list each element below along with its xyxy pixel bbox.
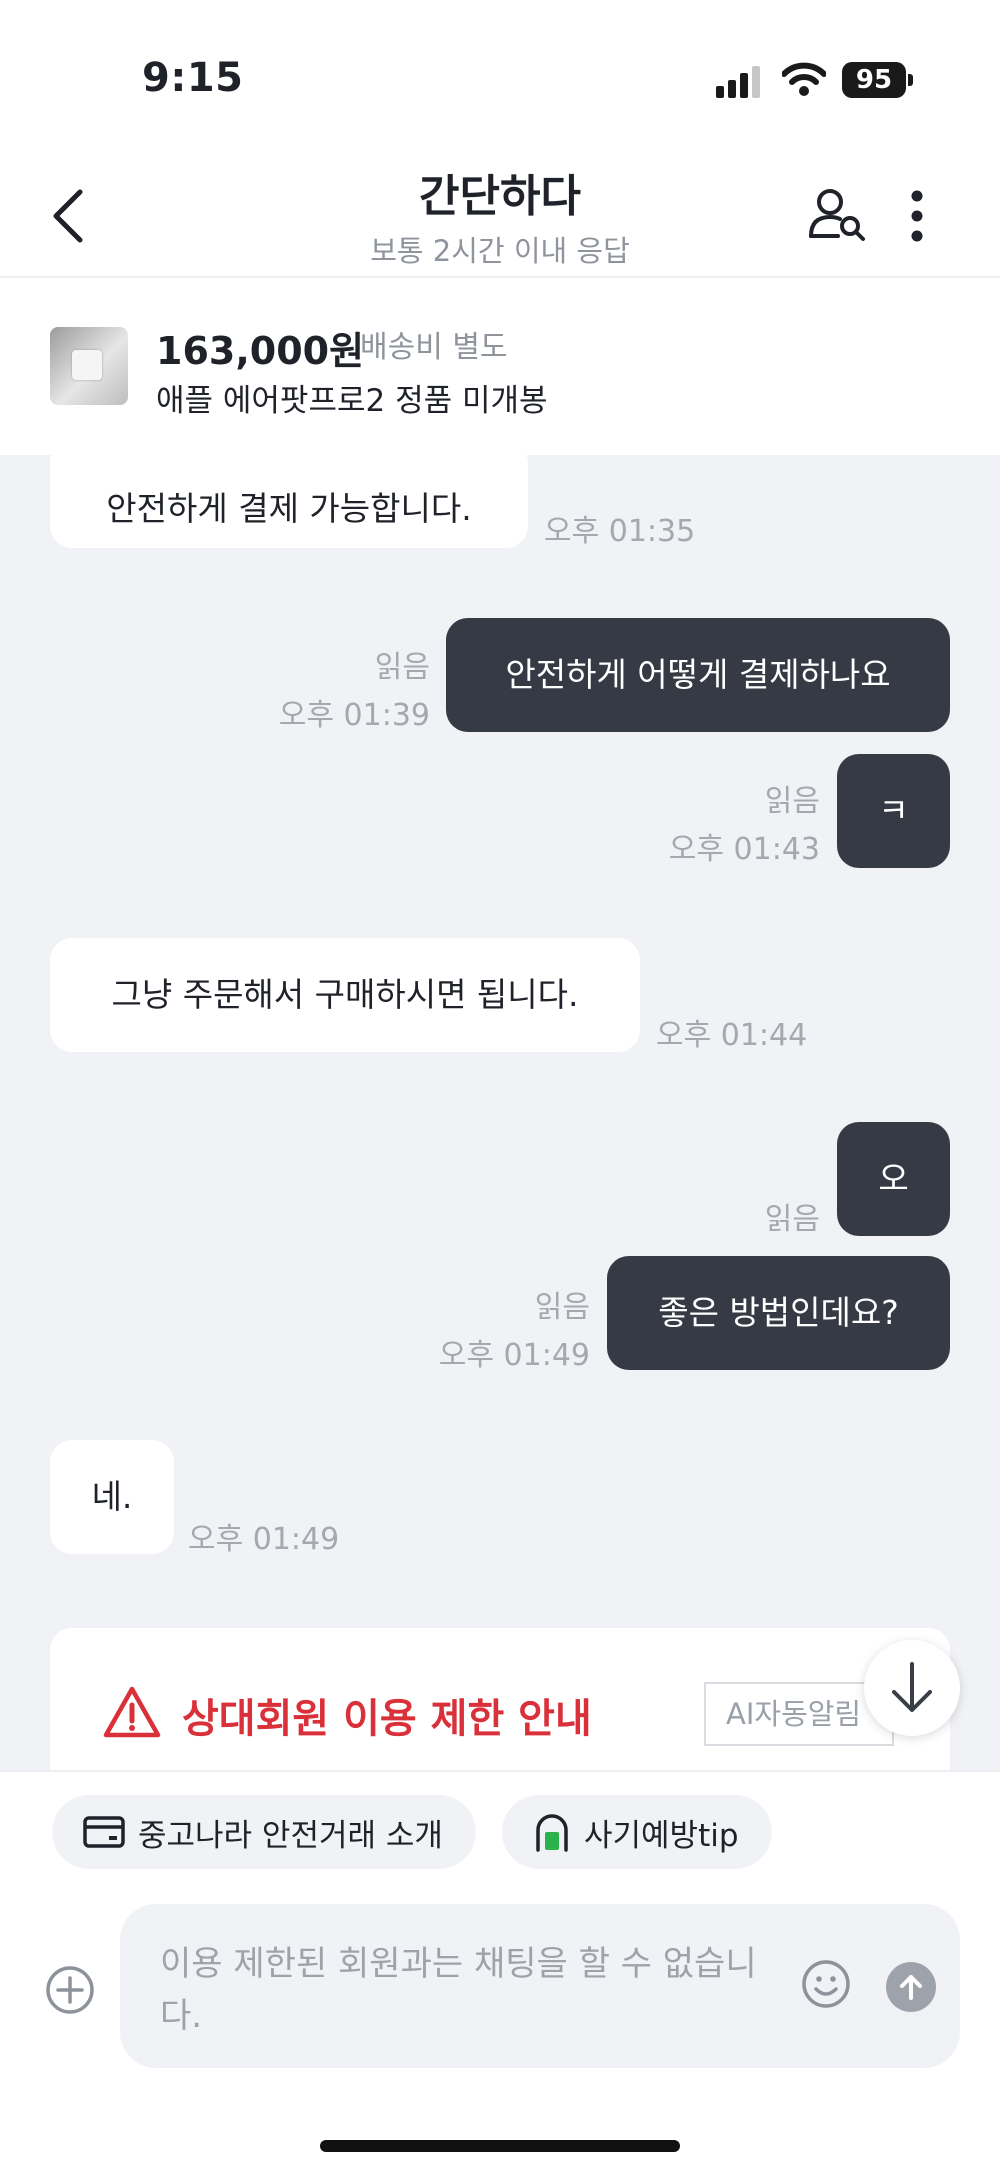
lock-door-icon: [536, 1814, 568, 1852]
outgoing-message-bubble: ㅋ: [837, 754, 950, 868]
chip-label: 사기예방tip: [584, 1817, 739, 1854]
scroll-to-bottom-button[interactable]: [864, 1640, 960, 1736]
outgoing-message-bubble: 안전하게 어떻게 결제하나요: [446, 618, 950, 732]
fraud-prevention-tip-chip[interactable]: 사기예방tip: [502, 1795, 772, 1869]
product-name: 애플 에어팟프로2 정품 미개봉: [156, 383, 548, 419]
incoming-message-bubble: 안전하게 결제 가능합니다.: [50, 440, 528, 548]
read-receipt: 읽음: [534, 1290, 590, 1325]
message-time: 오후 01:49: [438, 1338, 590, 1373]
shipping-note: 배송비 별도: [360, 330, 508, 365]
notice-title: 상대회원 이용 제한 안내: [182, 1696, 592, 1742]
outgoing-message-bubble: 오: [837, 1122, 950, 1236]
chip-label: 중고나라 안전거래 소개: [138, 1817, 443, 1854]
outgoing-message-bubble: 좋은 방법인데요?: [607, 1256, 950, 1370]
product-price: 163,000원: [156, 329, 365, 373]
cellular-signal-icon: [716, 66, 760, 98]
product-info-bar[interactable]: [0, 278, 1000, 454]
airpods-box-image: [72, 350, 102, 380]
message-time: 오후 01:39: [278, 698, 430, 733]
incoming-message-bubble: 그냥 주문해서 구매하시면 됩니다.: [50, 938, 640, 1052]
send-button[interactable]: [886, 1962, 936, 2012]
battery-tip: [908, 74, 913, 86]
arrow-up-icon: [900, 1975, 922, 2000]
wifi-icon: [782, 62, 826, 96]
read-receipt: 읽음: [374, 650, 430, 685]
warning-icon: [103, 1686, 161, 1738]
add-attachment-icon[interactable]: [44, 1964, 96, 2016]
more-options-icon[interactable]: [906, 190, 928, 242]
message-input-placeholder: 이용 제한된 회원과는 채팅을 할 수 없습니다.: [160, 1944, 757, 2036]
message-time: 오후 01:35: [544, 514, 696, 549]
message-time: 오후 01:44: [656, 1018, 808, 1053]
status-time: 9:15: [142, 55, 244, 101]
message-time: 오후 01:49: [188, 1522, 340, 1557]
card-icon: [83, 1816, 125, 1848]
read-receipt: 읽음: [764, 1202, 820, 1237]
home-indicator: [320, 2140, 680, 2152]
safe-trade-intro-chip[interactable]: 중고나라 안전거래 소개: [52, 1795, 476, 1869]
battery-indicator: 95: [842, 62, 906, 98]
read-receipt: 읽음: [764, 784, 820, 819]
message-time: 오후 01:43: [668, 832, 820, 867]
user-search-icon[interactable]: [808, 186, 868, 242]
arrow-down-icon: [892, 1662, 932, 1712]
incoming-message-bubble: 네.: [50, 1440, 174, 1554]
emoji-icon[interactable]: [800, 1958, 852, 2010]
